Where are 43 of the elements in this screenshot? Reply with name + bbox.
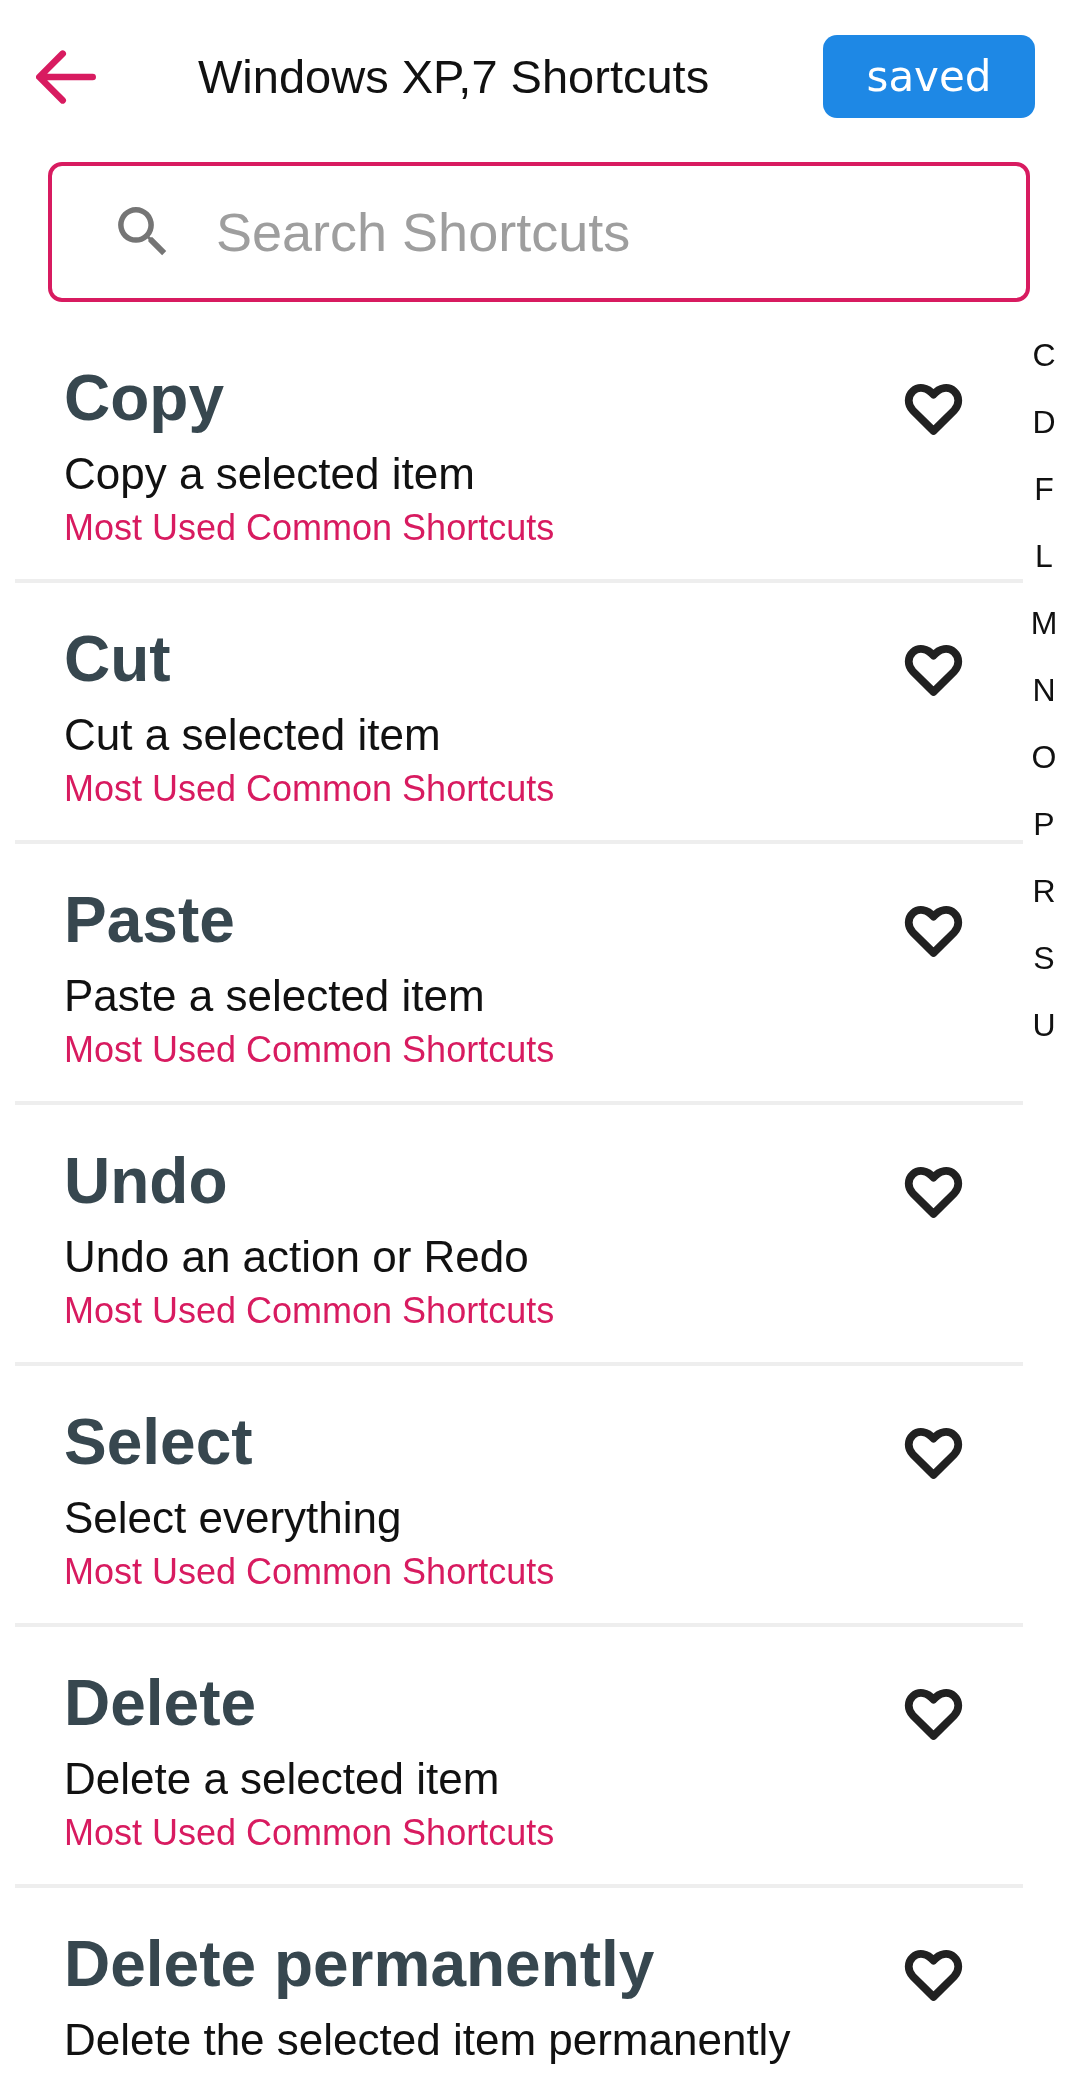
heart-icon[interactable] <box>904 383 963 437</box>
index-letter[interactable]: F <box>1034 456 1054 523</box>
category-label: Most Used Common Shortcuts <box>64 1550 555 1594</box>
index-letter[interactable]: P <box>1033 791 1055 858</box>
shortcut-description: Delete the selected item permanently <box>64 2014 791 2066</box>
category-label: Most Used Common Shortcuts <box>64 1289 555 1333</box>
search-icon <box>117 206 169 258</box>
index-letter[interactable]: C <box>1032 322 1056 389</box>
shortcut-title: Delete <box>64 1666 257 1741</box>
index-letter[interactable]: M <box>1030 590 1058 657</box>
shortcut-description: Delete a selected item <box>64 1753 500 1805</box>
index-letter[interactable]: O <box>1031 724 1057 791</box>
shortcut-title: Cut <box>64 622 171 697</box>
heart-icon[interactable] <box>904 1427 963 1481</box>
shortcut-title: Delete permanently <box>64 1927 655 2002</box>
shortcut-description: Undo an action or Redo <box>64 1231 529 1283</box>
index-letter[interactable]: D <box>1032 389 1056 456</box>
shortcut-description: Copy a selected item <box>64 448 475 500</box>
back-arrow-icon[interactable] <box>36 49 96 104</box>
heart-icon[interactable] <box>904 1166 963 1220</box>
heart-icon[interactable] <box>904 644 963 698</box>
shortcut-title: Select <box>64 1405 253 1480</box>
shortcut-description: Select everything <box>64 1492 402 1544</box>
category-label: Most Used Common Shortcuts <box>64 767 555 811</box>
shortcut-title: Copy <box>64 361 224 436</box>
category-label: Most Used Common Shortcuts <box>64 506 555 550</box>
heart-icon[interactable] <box>904 1688 963 1742</box>
saved-button[interactable]: saved <box>823 35 1035 118</box>
category-label: Most Used Common Shortcuts <box>64 1028 555 1072</box>
shortcut-description: Cut a selected item <box>64 709 441 761</box>
search-field[interactable]: Search Shortcuts <box>48 162 1030 302</box>
index-letter[interactable]: S <box>1033 925 1055 992</box>
index-letter[interactable]: L <box>1035 523 1053 590</box>
screen-title: Windows XP,7 Shortcuts <box>198 49 710 104</box>
category-label: Most Used Common Shortcuts <box>64 1811 555 1855</box>
index-letter[interactable]: N <box>1032 657 1056 724</box>
index-letter[interactable]: R <box>1032 858 1056 925</box>
heart-icon[interactable] <box>904 905 963 959</box>
index-letter[interactable]: U <box>1032 992 1056 1059</box>
shortcut-title: Undo <box>64 1144 228 1219</box>
shortcut-title: Paste <box>64 883 235 958</box>
heart-icon[interactable] <box>904 1949 963 2003</box>
shortcut-description: Paste a selected item <box>64 970 485 1022</box>
